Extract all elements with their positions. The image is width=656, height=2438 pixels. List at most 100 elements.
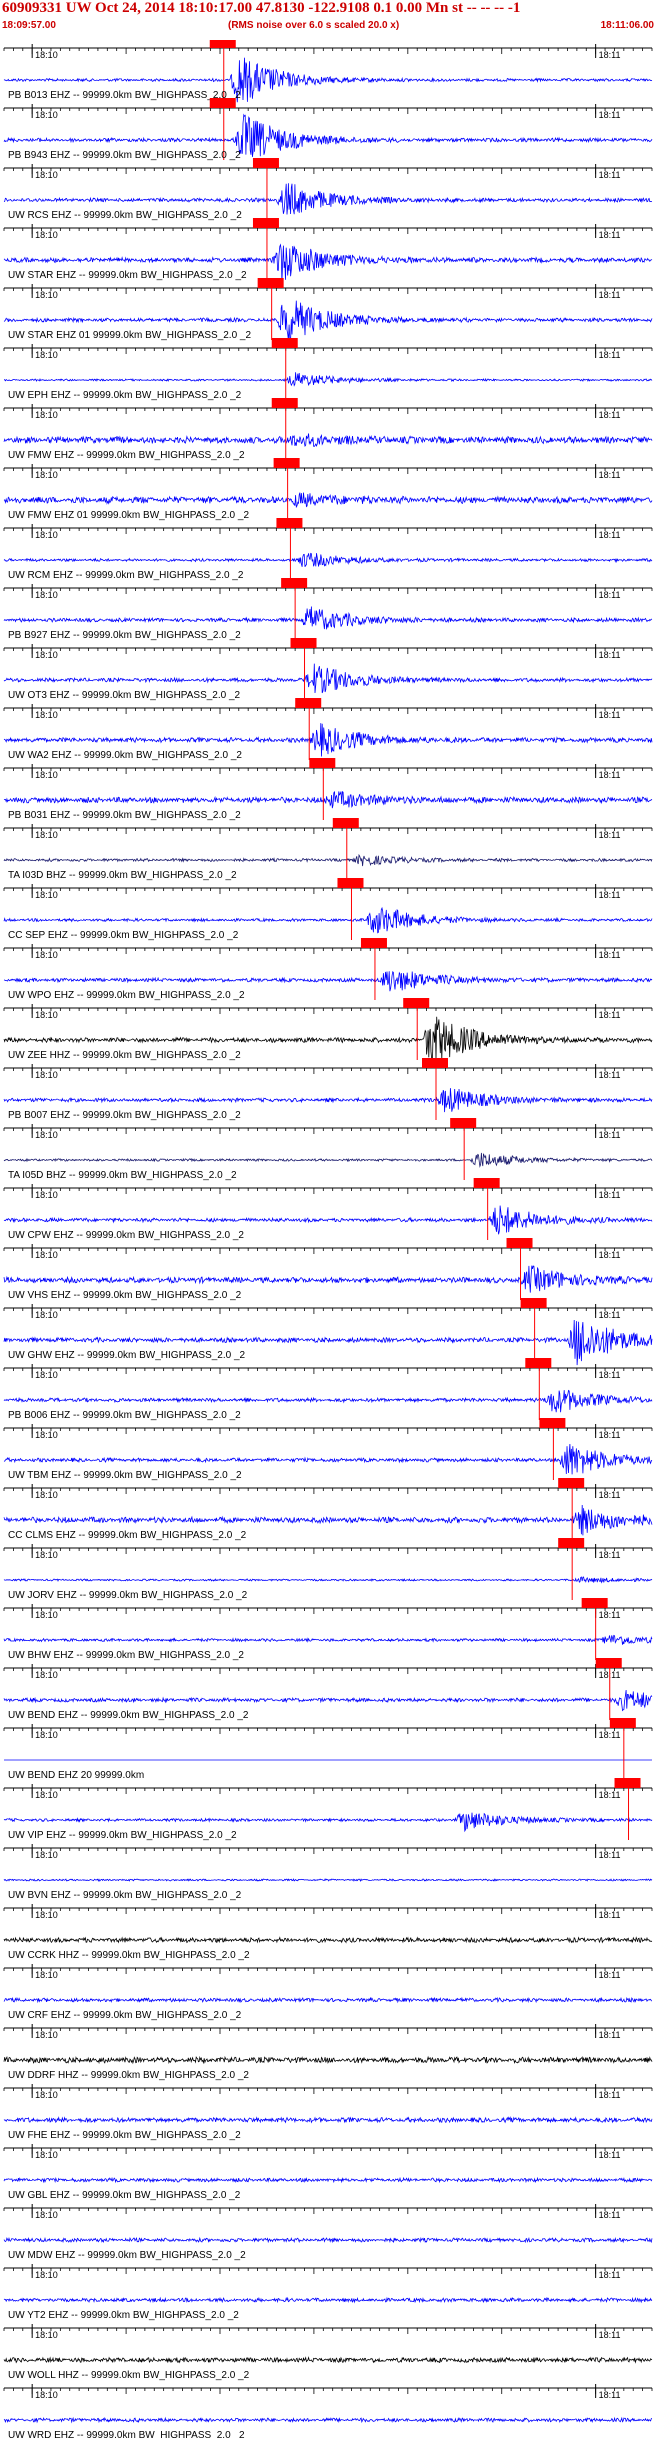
pick-marker — [276, 518, 303, 528]
tick-label: 18:11 — [599, 590, 621, 600]
pick-marker — [558, 1538, 585, 1548]
trace-label: UW YT2 EHZ -- 99999.0km BW_HIGHPASS_2.0 … — [8, 2310, 239, 2321]
tick-label: 18:10 — [35, 470, 58, 480]
trace-panel: 18:10 18:11 UW MDW EHZ -- 99999.0km BW_HIG… — [3, 2204, 653, 2261]
tick-label: 18:11 — [599, 2210, 621, 2220]
trace-panel: 18:10 18:11 PB B013 EHZ -- 99999.0km BW_HI… — [3, 38, 653, 103]
tick-label: 18:11 — [599, 2390, 621, 2400]
waveform-trace — [3, 1265, 653, 1293]
waveform-trace — [3, 372, 653, 387]
waveform-trace — [3, 970, 653, 992]
tick-label: 18:11 — [599, 2090, 621, 2100]
trace-panel: 18:10 18:11 PB B007 EHZ -- 99999.0km BW_HI… — [3, 1058, 653, 1121]
pick-marker — [332, 818, 359, 828]
tick-label: 18:11 — [599, 650, 621, 660]
tick-label: 18:10 — [35, 950, 58, 960]
pick-marker — [309, 758, 336, 768]
tick-label: 18:10 — [35, 830, 58, 840]
trace-panel: 18:10 18:11 UW BHW EHZ -- 99999.0km BW_HIG… — [3, 1598, 653, 1661]
trace-panel: 18:10 18:11 UW RCS EHZ -- 99999.0km BW_HIG… — [3, 158, 653, 221]
trace-label: PB B007 EHZ -- 99999.0km BW_HIGHPASS_2.0… — [8, 1110, 241, 1121]
trace-label: UW STAR EHZ 01 99999.0km BW_HIGHPASS_2.0… — [8, 330, 251, 341]
tick-label: 18:10 — [35, 530, 58, 540]
trace-label: UW DDRF HHZ -- 99999.0km BW_HIGHPASS_2.0… — [8, 2070, 249, 2081]
tick-label: 18:11 — [599, 290, 621, 300]
trace-label: PB B943 EHZ -- 99999.0km BW_HIGHPASS_2.0… — [8, 150, 241, 161]
trace-label: UW TBM EHZ -- 99999.0km BW_HIGHPASS_2.0 … — [8, 1470, 242, 1481]
pick-marker — [525, 1358, 552, 1368]
tick-label: 18:10 — [35, 710, 58, 720]
tick-label: 18:10 — [35, 1430, 58, 1440]
pick-marker — [271, 398, 298, 408]
trace-panel: 18:10 18:11 UW VHS EHZ -- 99999.0km BW_HIG… — [3, 1238, 653, 1301]
trace-label: CC SEP EHZ -- 99999.0km BW_HIGHPASS_2.0 … — [8, 930, 239, 941]
tick-label: 18:11 — [599, 770, 621, 780]
trace-label: UW VIP EHZ -- 99999.0km BW_HIGHPASS_2.0 … — [8, 1830, 237, 1841]
trace-panel: 18:10 18:11 CC SEP EHZ -- 99999.0km BW_HIG… — [3, 878, 653, 941]
pick-marker — [558, 1478, 585, 1488]
tick-label: 18:11 — [599, 1430, 621, 1440]
pick-marker — [281, 578, 308, 588]
event-title: 60909331 UW Oct 24, 2014 18:10:17.00 47.… — [2, 0, 521, 16]
pick-marker — [581, 1598, 608, 1608]
tick-label: 18:10 — [35, 110, 58, 120]
trace-label: UW MDW EHZ -- 99999.0km BW_HIGHPASS_2.0 … — [8, 2250, 246, 2261]
trace-label: UW STAR EHZ -- 99999.0km BW_HIGHPASS_2.0… — [8, 270, 247, 281]
trace-label: UW BEND EHZ -- 99999.0km BW_HIGHPASS_2.0… — [8, 1710, 249, 1721]
trace-label: UW ZEE HHZ -- 99999.0km BW_HIGHPASS_2.0 … — [8, 1050, 241, 1061]
pick-marker — [609, 1718, 636, 1728]
tick-label: 18:11 — [599, 1970, 621, 1980]
tick-label: 18:11 — [599, 50, 621, 60]
waveform-trace — [3, 663, 653, 694]
tick-label: 18:10 — [35, 1610, 58, 1620]
trace-panel: 18:10 18:11 UW ZEE HHZ -- 99999.0km BW_HIG… — [3, 998, 653, 1065]
trace-label: UW CCRK HHZ -- 99999.0km BW_HIGHPASS_2.0… — [8, 1950, 250, 1961]
tick-label: 18:11 — [599, 2270, 621, 2280]
pick-marker — [450, 1118, 477, 1128]
tick-label: 18:10 — [35, 1250, 58, 1260]
tick-label: 18:11 — [599, 890, 621, 900]
tick-label: 18:10 — [35, 50, 58, 60]
tick-label: 18:10 — [35, 2330, 58, 2340]
tick-label: 18:11 — [599, 2330, 621, 2340]
waveform-trace — [3, 552, 653, 567]
trace-panel: 18:1018:11UW BEND EHZ -- 99999.0km BW_HI… — [3, 1658, 653, 1721]
trace-panel: 18:10 18:11 UW STAR EHZ -- 99999.0km BW_HI… — [3, 218, 653, 283]
tick-label: 18:10 — [35, 1910, 58, 1920]
tick-label: 18:11 — [599, 1610, 621, 1620]
tick-label: 18:11 — [599, 2150, 621, 2160]
trace-label: UW BHW EHZ -- 99999.0km BW_HIGHPASS_2.0 … — [8, 1650, 244, 1661]
pick-marker — [539, 1418, 566, 1428]
waveform-trace — [3, 2116, 653, 2124]
tick-label: 18:10 — [35, 1670, 58, 1680]
tick-label: 18:10 — [35, 770, 58, 780]
waveform-trace — [3, 433, 653, 448]
waveform-trace — [3, 2236, 653, 2244]
trace-panel: 18:10 18:11 UW WPO EHZ -- 99999.0km BW_HIG… — [3, 938, 653, 1001]
tick-label: 18:11 — [599, 1250, 621, 1260]
pick-marker — [614, 1778, 641, 1788]
waveform-trace — [3, 1152, 653, 1168]
tick-label: 18:11 — [599, 830, 621, 840]
tick-label: 18:10 — [35, 590, 58, 600]
waveform-trace — [3, 1878, 653, 1883]
waveform-trace — [3, 1936, 653, 1944]
pick-marker — [403, 998, 430, 1008]
tick-label: 18:11 — [599, 530, 621, 540]
trace-panel: 18:10 18:11 UW DDRF HHZ -- 99999.0km BW_HI… — [3, 2024, 653, 2081]
pick-marker — [257, 278, 284, 288]
trace-label: TA I05D BHZ -- 99999.0km BW_HIGHPASS_2.0… — [8, 1170, 237, 1181]
tick-label: 18:10 — [35, 1970, 58, 1980]
waveform-trace — [3, 2356, 653, 2364]
trace-panel: 18:10 18:11 PB B927 EHZ -- 99999.0km BW_HI… — [3, 578, 653, 641]
tick-label: 18:10 — [35, 1130, 58, 1140]
tick-label: 18:10 — [35, 1490, 58, 1500]
tick-label: 18:10 — [35, 1550, 58, 1560]
end-time: 18:11:06.00 — [600, 20, 654, 31]
tick-label: 18:10 — [35, 650, 58, 660]
tick-label: 18:11 — [599, 710, 621, 720]
tick-label: 18:10 — [35, 290, 58, 300]
waveform-trace — [3, 492, 653, 509]
pick-marker — [271, 338, 298, 348]
trace-label: UW FMW EHZ 01 99999.0km BW_HIGHPASS_2.0 … — [8, 510, 249, 521]
